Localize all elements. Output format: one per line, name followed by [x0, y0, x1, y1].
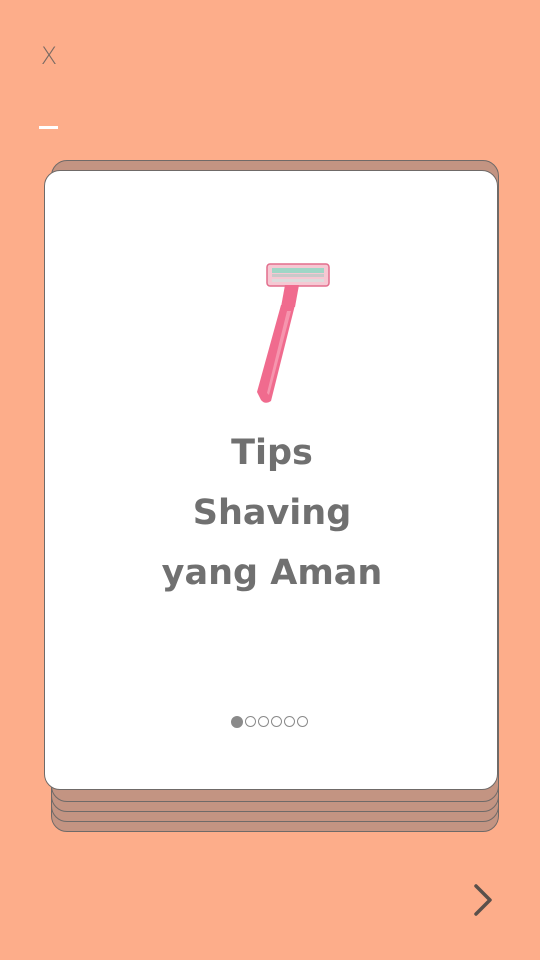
- title-line: Shaving: [192, 493, 352, 533]
- page-dot[interactable]: [245, 716, 256, 727]
- close-button[interactable]: X: [36, 40, 62, 72]
- page-dot[interactable]: [258, 716, 269, 727]
- page-dot-active[interactable]: [231, 716, 243, 728]
- page-dot[interactable]: [271, 716, 282, 727]
- chevron-right-icon[interactable]: [468, 882, 498, 918]
- card-title: Tips Shaving yang Aman: [45, 423, 499, 603]
- title-line: yang Aman: [161, 553, 383, 593]
- razor-icon: [257, 263, 330, 403]
- progress-indicator: [39, 126, 58, 129]
- pagination-dots: [231, 716, 308, 730]
- title-line: Tips: [231, 433, 313, 473]
- page-dot[interactable]: [284, 716, 295, 727]
- page-dot[interactable]: [297, 716, 308, 727]
- tips-card[interactable]: Tips Shaving yang Aman: [44, 170, 498, 790]
